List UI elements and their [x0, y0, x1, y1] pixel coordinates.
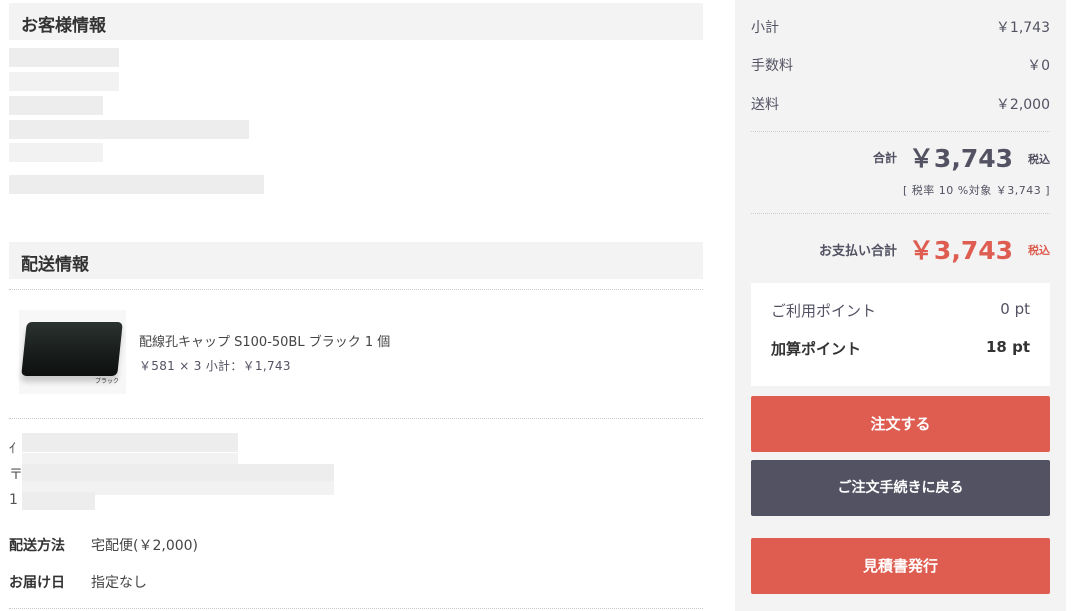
shipping-fee-label: 送料 — [751, 97, 779, 113]
total-tax-included: 税込 — [1028, 153, 1050, 166]
product-image-label: ブラック — [95, 378, 120, 385]
delivery-method-label: 配送方法 — [9, 538, 65, 554]
shipping-fee-value: ￥2,000 — [995, 97, 1050, 113]
divider — [9, 608, 703, 609]
delivery-date-value: 指定なし — [91, 575, 147, 591]
earned-points-label: 加算ポイント — [771, 340, 862, 358]
divider — [9, 289, 703, 290]
issue-quote-button[interactable]: 見積書発行 — [751, 538, 1050, 594]
divider — [751, 213, 1050, 214]
delivery-method-value: 宅配便(￥2,000) — [91, 538, 199, 554]
payment-total-value: ￥3,743 — [908, 236, 1013, 265]
used-points-label: ご利用ポイント — [771, 302, 877, 320]
subtotal-value: ￥1,743 — [995, 20, 1050, 36]
divider — [751, 131, 1050, 132]
used-points-value: 0 pt — [1000, 300, 1030, 318]
fee-label: 手数料 — [751, 58, 793, 74]
divider — [9, 418, 703, 419]
product-image: ブラック — [19, 310, 126, 394]
product-price-line: ￥581 × 3 小計：￥1,743 — [139, 359, 291, 373]
customer-info-heading: お客様情報 — [9, 3, 703, 40]
total-value: ￥3,743 — [908, 144, 1013, 173]
tax-rate-note: [ 税率 10 %対象 ￥3,743 ] — [902, 184, 1050, 197]
place-order-button[interactable]: 注文する — [751, 396, 1050, 452]
total-label: 合計 — [872, 151, 897, 165]
fee-value: ￥0 — [1027, 58, 1050, 74]
payment-tax-included: 税込 — [1028, 244, 1050, 257]
delivery-date-label: お届け日 — [9, 575, 65, 591]
shipping-info-heading: 配送情報 — [9, 242, 703, 279]
subtotal-label: 小計 — [751, 20, 779, 36]
earned-points-value: 18 pt — [985, 338, 1030, 356]
points-box: ご利用ポイント 0 pt 加算ポイント 18 pt — [751, 283, 1050, 386]
payment-total-label: お支払い合計 — [818, 244, 897, 259]
back-to-checkout-button[interactable]: ご注文手続きに戻る — [751, 460, 1050, 516]
product-name: 配線孔キャップ S100-50BL ブラック 1 個 — [139, 335, 391, 350]
